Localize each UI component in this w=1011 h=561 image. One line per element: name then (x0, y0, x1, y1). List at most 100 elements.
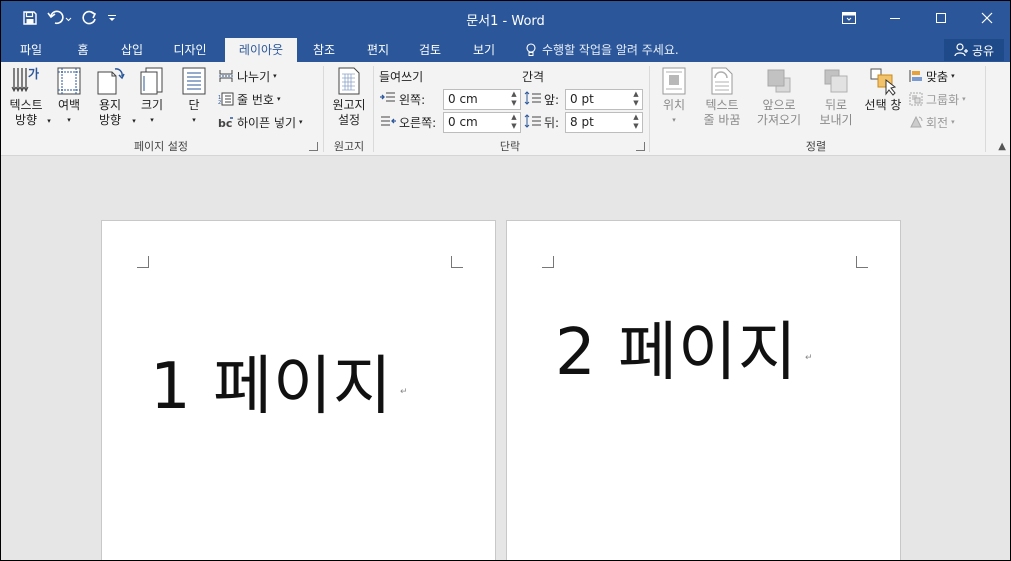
rotate-icon (910, 115, 923, 128)
columns-icon (179, 66, 209, 96)
spacing-before-label: 앞: (544, 93, 560, 107)
rotate-button[interactable]: 회전 ▾ (909, 112, 955, 132)
margins-icon (54, 66, 84, 96)
spacing-before-value: 0 pt (570, 92, 594, 106)
collapse-ribbon-icon[interactable]: ▲ (998, 141, 1006, 152)
tab-layout[interactable]: 레이아웃 (225, 38, 297, 62)
manuscript-label1: 원고지 (332, 98, 366, 112)
tab-mailings[interactable]: 편지 (357, 38, 399, 62)
tab-design[interactable]: 디자인 (161, 38, 219, 62)
maximize-icon[interactable] (918, 1, 964, 35)
margin-corner-marker (542, 256, 554, 268)
align-button[interactable]: 맞춤 ▾ (909, 66, 955, 86)
size-label: 크기 (140, 98, 164, 112)
page-1[interactable]: 1 페이지 ↵ (101, 220, 496, 560)
word-window: 문서1 - Word 파일 홈 삽입 디자인 레이아웃 참조 편지 검토 보기 (1, 1, 1010, 560)
columns-button[interactable]: 단 ▾ (177, 66, 211, 128)
indent-right-input[interactable]: 0 cm ▲ ▼ (443, 112, 521, 133)
spin-arrows-icon[interactable]: ▲ ▼ (508, 113, 520, 132)
indent-left-value: 0 cm (448, 92, 478, 106)
spacing-after-value: 8 pt (570, 115, 594, 129)
group-icon (909, 92, 923, 106)
ribbon-tabs: 파일 홈 삽입 디자인 레이아웃 참조 편지 검토 보기 수행할 작업을 알려 … (1, 35, 1010, 62)
selection-pane-button[interactable]: 선택 창 (861, 66, 905, 113)
arrange-group-label: 정렬 (805, 140, 827, 153)
size-icon (137, 66, 167, 96)
size-button[interactable]: 크기 ▾ (135, 66, 169, 128)
paragraph-launcher-icon[interactable] (636, 142, 645, 151)
title-bar: 문서1 - Word (1, 1, 1010, 35)
align-icon (909, 70, 922, 82)
position-label: 위치 (662, 98, 686, 112)
line-numbers-button[interactable]: 12 줄 번호 ▾ (218, 89, 280, 109)
indent-title: 들여쓰기 (379, 70, 424, 84)
orientation-button[interactable]: 용지 방향 ▾ (89, 66, 136, 129)
indent-right-label: 오른쪽: (399, 116, 437, 130)
tab-view[interactable]: 보기 (463, 38, 505, 62)
tab-insert[interactable]: 삽입 (109, 38, 155, 62)
ribbon-display-options-icon[interactable] (826, 1, 872, 35)
tab-references[interactable]: 참조 (303, 38, 345, 62)
breaks-button[interactable]: 나누기 ▾ (218, 66, 277, 86)
document-area: 1 페이지 ↵ 2 페이지 ↵ (1, 156, 1010, 560)
hyphenation-button[interactable]: bc 하이픈 넣기 ▾ (218, 112, 303, 132)
wrap-text-button[interactable]: 텍스트 줄 바꿈 (695, 66, 749, 128)
spin-arrows-icon[interactable]: ▲ ▼ (630, 90, 642, 109)
position-icon (659, 66, 689, 96)
text-direction-button[interactable]: 가 텍스트 방향 ▾ (6, 66, 50, 129)
manuscript-label2: 설정 (337, 113, 361, 127)
indent-left-icon (380, 92, 395, 102)
align-label: 맞춤 (926, 69, 949, 84)
selection-pane-label: 선택 창 (864, 98, 902, 112)
text-direction-label2: 방향 (14, 113, 38, 127)
lightbulb-icon (526, 43, 536, 56)
page-1-text[interactable]: 1 페이지 (150, 335, 393, 427)
group-separator (649, 66, 650, 152)
paragraph-group-label: 단락 (499, 140, 521, 153)
position-button[interactable]: 위치 ▾ (655, 66, 693, 128)
send-backward-label1: 뒤로 (824, 98, 848, 112)
send-backward-icon (821, 66, 851, 96)
selection-pane-icon (868, 66, 898, 96)
wrap-text-icon (707, 66, 737, 96)
indent-left-label: 왼쪽: (399, 93, 426, 107)
line-numbers-label: 줄 번호 (237, 92, 274, 107)
rotate-label: 회전 (926, 115, 949, 130)
hyphenation-icon: bc (218, 117, 233, 129)
tell-me-box[interactable]: 수행할 작업을 알려 주세요. (525, 38, 679, 62)
tab-file[interactable]: 파일 (7, 38, 55, 62)
svg-text:bc: bc (218, 117, 232, 129)
spacing-before-input[interactable]: 0 pt ▲ ▼ (565, 89, 643, 110)
group-button[interactable]: 그룹화 ▾ (909, 89, 966, 109)
margin-corner-marker (856, 256, 868, 268)
page-setup-group-label: 페이지 설정 (133, 140, 189, 153)
bring-forward-label2: 가져오기 (756, 113, 802, 127)
indent-right-icon (381, 116, 396, 126)
spin-arrows-icon[interactable]: ▲ ▼ (630, 113, 642, 132)
margins-button[interactable]: 여백 ▾ (50, 66, 88, 128)
share-button[interactable]: 공유 (944, 39, 1004, 61)
breaks-icon (219, 70, 233, 82)
page-2-text[interactable]: 2 페이지 (555, 301, 798, 393)
spin-arrows-icon[interactable]: ▲ ▼ (508, 90, 520, 109)
send-backward-button[interactable]: 뒤로 보내기 (810, 66, 862, 128)
page-setup-launcher-icon[interactable] (309, 142, 318, 151)
paragraph-mark-icon: ↵ (805, 353, 813, 363)
indent-left-input[interactable]: 0 cm ▲ ▼ (443, 89, 521, 110)
close-icon[interactable] (964, 1, 1010, 35)
page-2[interactable]: 2 페이지 ↵ (506, 220, 901, 560)
person-icon (954, 43, 968, 57)
indent-right-value: 0 cm (448, 115, 478, 129)
minimize-icon[interactable] (872, 1, 918, 35)
tab-home[interactable]: 홈 (65, 38, 101, 62)
paragraph-mark-icon: ↵ (400, 387, 408, 397)
spacing-after-input[interactable]: 8 pt ▲ ▼ (565, 112, 643, 133)
manuscript-setup-button[interactable]: 원고지 설정 (327, 66, 371, 128)
margin-corner-marker (451, 256, 463, 268)
margin-corner-marker (137, 256, 149, 268)
hyphenation-label: 하이픈 넣기 (237, 115, 297, 130)
text-direction-label1: 텍스트 (9, 98, 43, 112)
tab-review[interactable]: 검토 (409, 38, 451, 62)
svg-text:가: 가 (28, 66, 39, 81)
bring-forward-button[interactable]: 앞으로 가져오기 (750, 66, 808, 128)
